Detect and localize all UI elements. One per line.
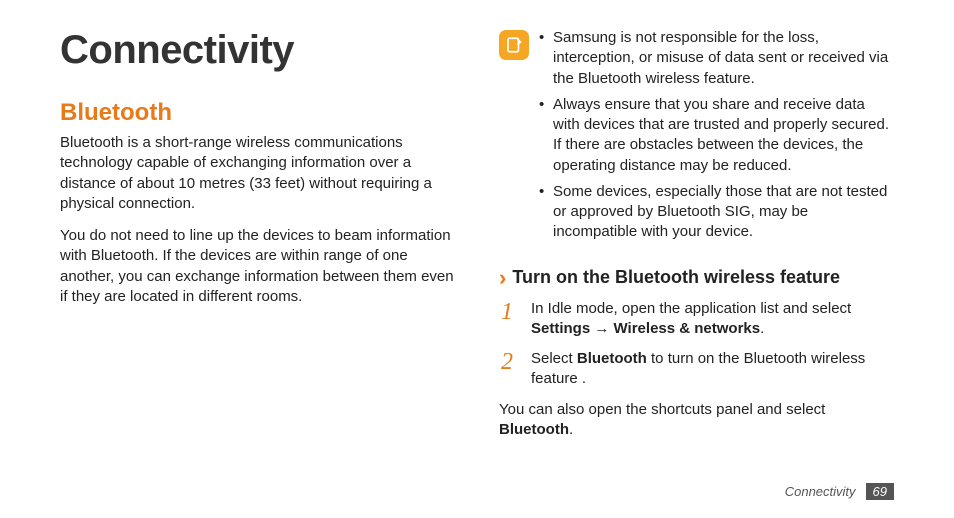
note-bullet: • Samsung is not responsible for the los…	[539, 28, 894, 89]
text-run: .	[569, 421, 573, 438]
note-text: Samsung is not responsible for the loss,…	[553, 28, 894, 89]
note-callout: • Samsung is not responsible for the los…	[499, 28, 894, 249]
text-run: Select	[531, 350, 577, 367]
section-heading-bluetooth: Bluetooth	[60, 99, 455, 127]
text-run: .	[760, 320, 764, 337]
subsection-header: › Turn on the Bluetooth wireless feature	[499, 267, 894, 289]
body-paragraph: Bluetooth is a short-range wireless comm…	[60, 133, 455, 214]
note-bullet: • Always ensure that you share and recei…	[539, 95, 894, 176]
step-number: 2	[501, 349, 519, 390]
note-bullet-list: • Samsung is not responsible for the los…	[539, 28, 894, 249]
step-number: 1	[501, 299, 519, 340]
text-run: In Idle mode, open the application list …	[531, 300, 851, 317]
subsection-title: Turn on the Bluetooth wireless feature	[512, 267, 840, 288]
right-column: • Samsung is not responsible for the los…	[499, 28, 894, 440]
note-text: Always ensure that you share and receive…	[553, 95, 894, 176]
footer-page-number: 69	[866, 483, 894, 500]
step-text: In Idle mode, open the application list …	[531, 299, 894, 340]
chevron-right-icon: ›	[499, 267, 506, 289]
text-bold: Bluetooth	[499, 421, 569, 438]
page-title: Connectivity	[60, 28, 455, 73]
note-icon	[499, 30, 529, 60]
step-item: 2 Select Bluetooth to turn on the Blueto…	[499, 349, 894, 390]
note-bullet: • Some devices, especially those that ar…	[539, 182, 894, 243]
footer-section-label: Connectivity	[785, 484, 856, 499]
page-footer: Connectivity 69	[785, 483, 894, 500]
text-run: You can also open the shortcuts panel an…	[499, 401, 825, 418]
step-item: 1 In Idle mode, open the application lis…	[499, 299, 894, 340]
text-bold: Settings	[531, 320, 590, 337]
arrow-text: →	[590, 320, 613, 337]
left-column: Connectivity Bluetooth Bluetooth is a sh…	[60, 28, 455, 440]
step-text: Select Bluetooth to turn on the Bluetoot…	[531, 349, 894, 390]
body-paragraph: You do not need to line up the devices t…	[60, 226, 455, 307]
text-bold: Wireless & networks	[614, 320, 761, 337]
body-paragraph: You can also open the shortcuts panel an…	[499, 400, 894, 441]
note-text: Some devices, especially those that are …	[553, 182, 894, 243]
text-bold: Bluetooth	[577, 350, 647, 367]
